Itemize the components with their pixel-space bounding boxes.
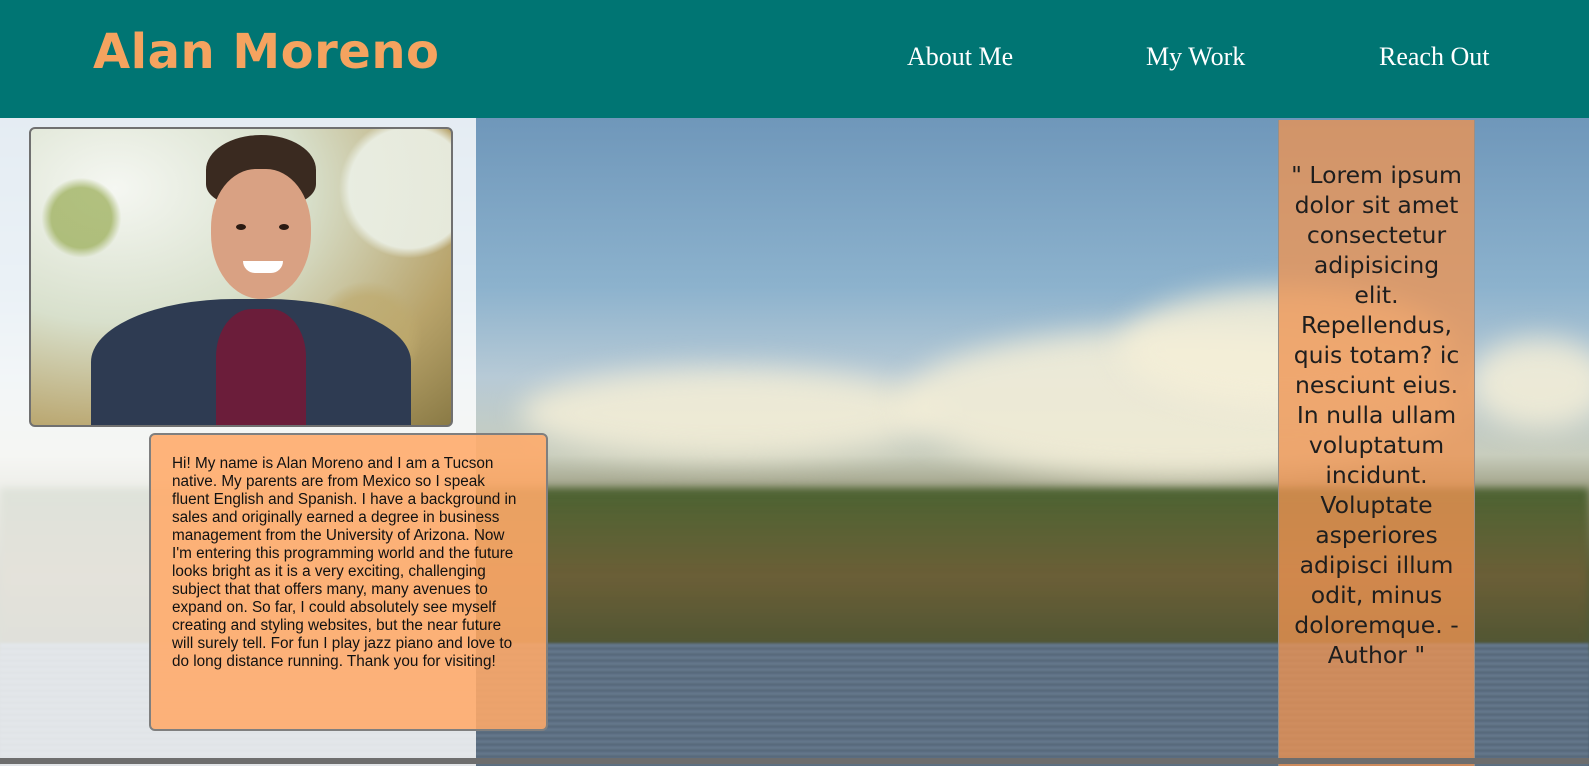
nav-reach-out[interactable]: Reach Out: [1379, 42, 1489, 72]
nav-my-work[interactable]: My Work: [1146, 42, 1245, 72]
right-eye-shape: [279, 224, 289, 230]
shirt-shape: [216, 309, 306, 425]
site-title[interactable]: Alan Moreno: [93, 24, 440, 80]
bottom-scrollbar[interactable]: [0, 758, 1589, 764]
quote-column: " Lorem ipsum dolor sit amet consectetur…: [1278, 120, 1475, 766]
cloud-shape: [1470, 338, 1589, 428]
about-bio-box: Hi! My name is Alan Moreno and I am a Tu…: [149, 433, 548, 731]
face-shape: [211, 169, 311, 299]
site-header: Alan Moreno About Me My Work Reach Out: [0, 0, 1589, 118]
quote-text: " Lorem ipsum dolor sit amet consectetur…: [1291, 161, 1462, 669]
left-eye-shape: [236, 224, 246, 230]
smile-shape: [243, 261, 283, 273]
bio-text: Hi! My name is Alan Moreno and I am a Tu…: [172, 455, 517, 670]
cloud-shape: [520, 368, 940, 458]
nav-about-me[interactable]: About Me: [907, 42, 1013, 72]
portrait-photo: [29, 127, 453, 427]
